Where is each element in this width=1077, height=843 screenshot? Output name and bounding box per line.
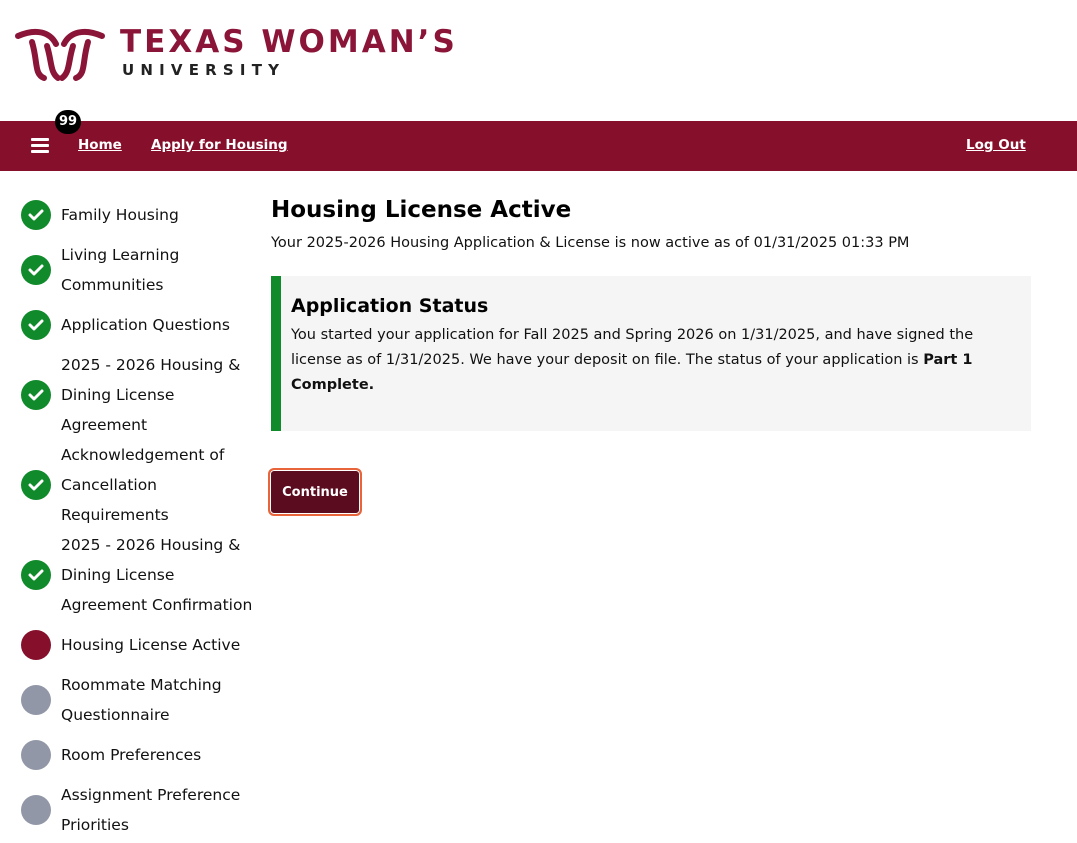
step-license-agreement-confirmation[interactable]: 2025 - 2026 Housing & Dining License Agr… [20, 530, 265, 620]
step-label: Assignment Preference Priorities [61, 786, 241, 834]
step-label: 2025 - 2026 Housing & Dining License Agr… [61, 356, 241, 434]
step-living-learning-communities[interactable]: Living Learning Communities [20, 240, 210, 300]
top-navbar: Home Apply for Housing Log Out [0, 121, 1077, 171]
step-label: Acknowledgement of Cancellation Requirem… [61, 446, 225, 524]
step-label: Living Learning Communities [61, 246, 180, 294]
logo-mark-icon [15, 28, 105, 81]
step-housing-license-active[interactable]: Housing License Active [20, 630, 265, 660]
step-complete-icon [21, 380, 51, 410]
license-active-message: Your 2025-2026 Housing Application & Lic… [271, 235, 910, 251]
step-complete-icon [21, 200, 51, 230]
logo-subtitle: UNIVERSITY [122, 61, 286, 79]
nav-apply-link[interactable]: Apply for Housing [151, 137, 288, 153]
status-text: You started your application for Fall 20… [291, 327, 974, 368]
step-complete-icon [21, 470, 51, 500]
status-description: You started your application for Fall 20… [291, 323, 1021, 398]
application-status-panel: Application Status You started your appl… [271, 276, 1031, 431]
step-label: Application Questions [61, 316, 230, 334]
continue-button[interactable]: Continue [268, 468, 362, 516]
step-family-housing[interactable]: Family Housing [20, 200, 265, 230]
nav-logout-link[interactable]: Log Out [966, 137, 1026, 153]
logo-name: TEXAS WOMAN’S [120, 24, 458, 60]
step-label: Roommate Matching Questionnaire [61, 676, 222, 724]
page-title: Housing License Active [271, 197, 572, 223]
progress-steps: Family Housing Living Learning Communiti… [20, 200, 265, 840]
step-license-agreement[interactable]: 2025 - 2026 Housing & Dining License Agr… [20, 350, 250, 440]
step-application-questions[interactable]: Application Questions [20, 310, 265, 340]
step-label: 2025 - 2026 Housing & Dining License Agr… [61, 536, 253, 614]
step-complete-icon [21, 255, 51, 285]
step-complete-icon [21, 310, 51, 340]
step-complete-icon [21, 560, 51, 590]
step-label: Housing License Active [61, 636, 241, 654]
step-room-preferences[interactable]: Room Preferences [20, 740, 265, 770]
step-pending-icon [21, 685, 51, 715]
step-label: Family Housing [61, 206, 179, 224]
university-logo: TEXAS WOMAN’S UNIVERSITY [14, 22, 458, 86]
step-assignment-priorities[interactable]: Assignment Preference Priorities [20, 780, 250, 840]
step-pending-icon [21, 795, 51, 825]
main-content: Housing License Active Your 2025-2026 Ho… [271, 195, 1031, 431]
status-heading: Application Status [291, 295, 489, 317]
step-label: Room Preferences [61, 746, 202, 764]
hamburger-menu-icon[interactable] [31, 138, 49, 153]
step-pending-icon [21, 740, 51, 770]
notification-badge[interactable]: 99 [55, 110, 81, 134]
nav-home-link[interactable]: Home [78, 137, 122, 153]
step-roommate-questionnaire[interactable]: Roommate Matching Questionnaire [20, 670, 235, 730]
step-current-icon [21, 630, 51, 660]
step-cancellation-requirements[interactable]: Acknowledgement of Cancellation Requirem… [20, 440, 250, 530]
